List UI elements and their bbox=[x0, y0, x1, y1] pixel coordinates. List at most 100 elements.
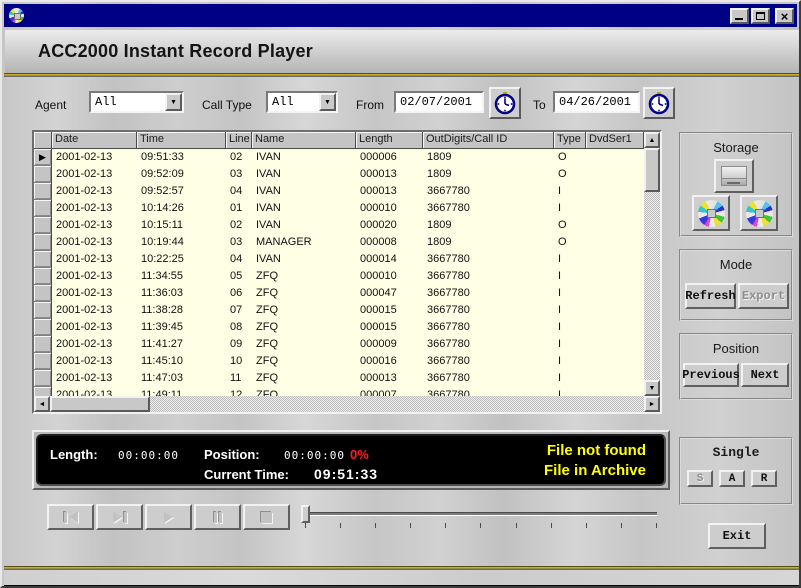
cell-length: 000006 bbox=[356, 149, 423, 166]
table-row[interactable]: 2001-02-1311:34:5505ZFQ0000103667780I bbox=[34, 268, 644, 285]
cell-date: 2001-02-13 bbox=[52, 302, 137, 319]
cell-digits: 3667780 bbox=[423, 353, 554, 370]
cell-type: I bbox=[554, 251, 586, 268]
cd-storage-button-1[interactable] bbox=[692, 195, 730, 231]
cell-dvd bbox=[586, 353, 644, 370]
hard-drive-button[interactable] bbox=[714, 159, 754, 193]
table-row[interactable]: 2001-02-1311:47:0311ZFQ0000133667780I bbox=[34, 370, 644, 387]
cell-type: O bbox=[554, 149, 586, 166]
table-row[interactable]: ▶2001-02-1309:51:3302IVAN0000061809O bbox=[34, 149, 644, 166]
vertical-scrollbar-thumb[interactable] bbox=[644, 148, 660, 192]
scroll-left-button[interactable]: ◄ bbox=[34, 396, 50, 412]
table-row[interactable]: 2001-02-1310:22:2504IVAN0000143667780I bbox=[34, 251, 644, 268]
horizontal-scrollbar-thumb[interactable] bbox=[50, 396, 150, 412]
cell-date: 2001-02-13 bbox=[52, 370, 137, 387]
storage-groupbox: Storage bbox=[679, 132, 793, 237]
cell-dvd bbox=[586, 217, 644, 234]
call-type-combobox[interactable]: All ▼ bbox=[266, 91, 338, 113]
cell-digits: 1809 bbox=[423, 234, 554, 251]
r-button[interactable]: R bbox=[751, 470, 777, 487]
title-bar[interactable]: × bbox=[4, 4, 797, 27]
row-selector[interactable] bbox=[34, 200, 52, 217]
cell-date: 2001-02-13 bbox=[52, 149, 137, 166]
seek-slider-thumb[interactable] bbox=[301, 505, 310, 523]
table-row[interactable]: 2001-02-1310:14:2601IVAN0000103667780I bbox=[34, 200, 644, 217]
table-row[interactable]: 2001-02-1311:45:1010ZFQ0000163667780I bbox=[34, 353, 644, 370]
row-selector[interactable] bbox=[34, 319, 52, 336]
row-selector[interactable] bbox=[34, 336, 52, 353]
play-button[interactable] bbox=[145, 504, 192, 530]
seek-slider-track[interactable] bbox=[305, 512, 657, 515]
row-selector[interactable] bbox=[34, 217, 52, 234]
skip-back-icon bbox=[69, 511, 78, 523]
stop-button[interactable] bbox=[243, 504, 290, 530]
scroll-down-button[interactable]: ▼ bbox=[644, 380, 660, 396]
cd-app-icon[interactable] bbox=[9, 8, 24, 23]
row-selector[interactable] bbox=[34, 251, 52, 268]
export-button[interactable]: Export bbox=[738, 283, 789, 309]
cd-storage-button-2[interactable] bbox=[740, 195, 778, 231]
arrow-left-icon: ◄ bbox=[39, 401, 46, 408]
table-row[interactable]: 2001-02-1309:52:0903IVAN0000131809O bbox=[34, 166, 644, 183]
header-panel: ACC2000 Instant Record Player bbox=[5, 30, 800, 73]
cell-type: I bbox=[554, 285, 586, 302]
table-row[interactable]: 2001-02-1311:39:4508ZFQ0000153667780I bbox=[34, 319, 644, 336]
exit-button[interactable]: Exit bbox=[708, 523, 766, 549]
column-header-time: Time bbox=[137, 132, 226, 149]
vertical-scrollbar[interactable]: ▲ ▼ bbox=[644, 132, 660, 396]
cell-dvd bbox=[586, 319, 644, 336]
row-selector[interactable] bbox=[34, 302, 52, 319]
row-selector[interactable] bbox=[34, 353, 52, 370]
agent-dropdown-button[interactable]: ▼ bbox=[165, 93, 182, 111]
cell-name: IVAN bbox=[252, 251, 356, 268]
table-row[interactable]: 2001-02-1311:49:1112ZFQ0000073667780I bbox=[34, 387, 644, 396]
minimize-button[interactable] bbox=[730, 8, 749, 24]
cell-length: 000014 bbox=[356, 251, 423, 268]
skip-back-button[interactable] bbox=[47, 504, 94, 530]
table-row[interactable]: 2001-02-1311:41:2709ZFQ0000093667780I bbox=[34, 336, 644, 353]
table-row[interactable]: 2001-02-1310:15:1102IVAN0000201809O bbox=[34, 217, 644, 234]
column-header-outdigits: OutDigits/Call ID bbox=[423, 132, 554, 149]
table-row[interactable]: 2001-02-1309:52:5704IVAN0000133667780I bbox=[34, 183, 644, 200]
cell-dvd bbox=[586, 285, 644, 302]
close-button[interactable]: × bbox=[775, 8, 794, 24]
to-calendar-button[interactable] bbox=[643, 87, 675, 119]
cell-time: 10:22:25 bbox=[137, 251, 226, 268]
length-label: Length: bbox=[50, 447, 98, 462]
scroll-right-button[interactable]: ► bbox=[644, 396, 660, 412]
cell-time: 11:36:03 bbox=[137, 285, 226, 302]
a-button[interactable]: A bbox=[719, 470, 745, 487]
display-frame: Length: 00:00:00 Position: 00:00:00 0% C… bbox=[32, 430, 670, 490]
skip-forward-button[interactable] bbox=[96, 504, 143, 530]
to-date-input[interactable]: 04/26/2001 bbox=[553, 91, 640, 113]
pause-icon bbox=[214, 512, 217, 523]
s-button[interactable]: S bbox=[687, 470, 713, 487]
table-row[interactable]: 2001-02-1311:36:0306ZFQ0000473667780I bbox=[34, 285, 644, 302]
table-row[interactable]: 2001-02-1310:19:4403MANAGER0000081809O bbox=[34, 234, 644, 251]
cell-time: 09:52:09 bbox=[137, 166, 226, 183]
table-row[interactable]: 2001-02-1311:38:2807ZFQ0000153667780I bbox=[34, 302, 644, 319]
maximize-button[interactable] bbox=[751, 8, 770, 24]
row-selector[interactable] bbox=[34, 166, 52, 183]
from-date-input[interactable]: 02/07/2001 bbox=[394, 91, 484, 113]
agent-combobox[interactable]: All ▼ bbox=[89, 91, 184, 113]
row-selector[interactable] bbox=[34, 268, 52, 285]
cell-date: 2001-02-13 bbox=[52, 217, 137, 234]
arrow-down-icon: ▼ bbox=[649, 385, 656, 392]
next-button[interactable]: Next bbox=[741, 363, 789, 387]
cell-name: IVAN bbox=[252, 149, 356, 166]
horizontal-scrollbar[interactable]: ◄ ► bbox=[34, 396, 660, 412]
row-selector[interactable]: ▶ bbox=[34, 149, 52, 166]
row-selector[interactable] bbox=[34, 285, 52, 302]
refresh-button[interactable]: Refresh bbox=[685, 283, 736, 309]
agent-value: All bbox=[95, 95, 117, 109]
row-selector[interactable] bbox=[34, 387, 52, 396]
scroll-up-button[interactable]: ▲ bbox=[644, 132, 660, 148]
call-type-dropdown-button[interactable]: ▼ bbox=[319, 93, 336, 111]
row-selector[interactable] bbox=[34, 183, 52, 200]
previous-button[interactable]: Previous bbox=[683, 363, 739, 387]
pause-button[interactable] bbox=[194, 504, 241, 530]
from-calendar-button[interactable] bbox=[489, 87, 521, 119]
row-selector[interactable] bbox=[34, 370, 52, 387]
row-selector[interactable] bbox=[34, 234, 52, 251]
